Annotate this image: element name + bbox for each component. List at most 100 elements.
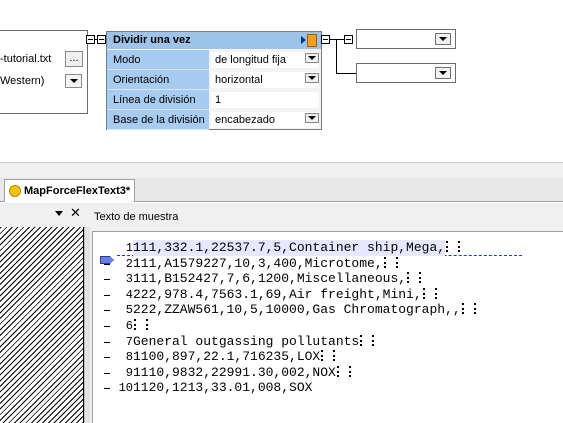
document-tabstrip: MapForceFlexText3* [0,178,563,202]
end-of-line-icon [134,318,148,330]
end-of-line-icon [407,272,422,284]
line-text: 222,ZZAW561,10,5,10000,Gas Chromatograph… [133,302,461,318]
tab-mapforceflextext3[interactable]: MapForceFlexText3* [4,179,135,202]
property-value[interactable]: encabezado [211,112,319,128]
text-line: 101120,1213,33.01,008,SOX [117,380,476,396]
text-line: 3111,B152427,7,6,1200,Miscellaneous, [117,271,476,287]
output-port[interactable] [321,35,330,44]
line-number: 10 [118,381,133,396]
property-value[interactable]: horizontal [211,72,319,88]
property-row[interactable]: Orientación horizontal [107,70,321,90]
property-value[interactable]: 1 [211,92,319,108]
line-number: 1 [125,241,133,255]
gutter-tick [104,326,110,327]
line-number: 8 [125,350,133,365]
chevron-down-icon [308,76,316,80]
canvas-bottom-border [0,162,563,178]
line-text: General outgassing pollutants [133,333,360,349]
close-icon[interactable]: ✕ [70,206,81,220]
mapping-canvas[interactable]: -tutorial.txt ... Western) Dividir una v… [0,0,563,162]
input-port[interactable] [344,35,353,44]
property-row[interactable]: Línea de división 1 [107,90,321,110]
chevron-down-icon [439,71,447,75]
tab-label: MapForceFlexText3* [24,185,131,197]
property-label: Orientación [107,70,209,90]
component-options-icon[interactable] [307,34,317,47]
text-line: 91110,9832,22991.30,002,NOX [117,365,476,381]
gutter-tick [104,310,110,312]
editor-gutter[interactable] [93,232,117,423]
end-of-line-icon [461,303,476,315]
property-value[interactable]: de longitud fija [211,52,319,68]
text-line: 6 [117,318,476,334]
sample-text-editor[interactable]: 1111,332.1,22537.7,5,Container ship,Mega… [92,231,563,423]
line-text: 111,A1579227,10,3,400,Microtome, [133,255,383,271]
line-text: 111,B152427,7,6,1200,Miscellaneous, [133,271,407,287]
end-of-line-icon [336,365,351,377]
property-row[interactable]: Base de la división encabezado [107,110,321,130]
dropdown-button[interactable] [435,33,451,45]
property-label: Base de la división [107,110,209,130]
target-dropdown-1[interactable] [356,29,456,49]
gutter-tick [104,263,110,265]
gutter-tick [104,388,110,390]
pane-splitter[interactable] [84,227,90,423]
chevron-down-icon [308,56,316,60]
dropdown-button[interactable] [435,67,451,79]
line-number: 6 [125,318,133,333]
end-of-line-icon [321,350,336,362]
text-line: 1111,332.1,22537.7,5,Container ship,Mega… [117,240,476,256]
property-row[interactable]: Modo de longitud fija [107,50,321,70]
pane-menu-icon[interactable] [55,211,63,216]
property-dropdown[interactable] [305,73,319,83]
line-number: 5 [125,303,133,318]
line-text: 1110,9832,22991.30,002,NOX [133,364,336,380]
connection-line [330,39,344,40]
line-text: 1120,1213,33.01,008,SOX [133,380,313,396]
mapping-file-icon [9,185,21,197]
side-pane-hatched-area [0,227,84,423]
component-title-bar[interactable]: Dividir una vez [107,32,321,49]
line-text: 1100,897,22.1,716235,LOX [133,349,321,365]
component-title: Dividir una vez [113,34,191,46]
end-of-line-icon [360,334,375,346]
line-number: 3 [125,272,133,287]
line-text: 111,332.1,22537.7,5,Container ship,Mega, [133,240,446,256]
sample-text-title: Texto de muestra [94,211,179,223]
connection-line [336,39,337,73]
line-number: 4 [125,287,133,302]
play-icon [301,36,306,44]
target-dropdown-2[interactable] [356,63,456,83]
output-port[interactable] [86,35,95,44]
side-pane-header: ✕ [0,206,88,225]
end-of-line-icon [383,256,398,268]
property-dropdown[interactable] [305,53,319,63]
end-of-line-icon [422,287,437,299]
source-file-name: -tutorial.txt [0,53,52,65]
encoding-value: Western) [0,75,45,87]
source-component[interactable]: -tutorial.txt ... Western) [0,30,88,114]
text-line: 4222,978.4,7563.1,69,Air freight,Mini, [117,287,476,303]
line-number: 7 [125,334,133,349]
gutter-tick [104,294,110,296]
text-line: 81100,897,22.1,716235,LOX [117,349,476,365]
chevron-down-icon [69,79,78,83]
property-dropdown[interactable] [305,113,319,123]
sample-text-panel: ✕ Texto de muestra 1111,332.1,22537.7,5,… [0,203,563,423]
line-number: 2 [125,256,133,271]
property-label: Modo [107,50,209,70]
browse-file-button[interactable]: ... [65,51,83,67]
encoding-dropdown[interactable] [65,74,82,88]
line-text: 222,978.4,7563.1,69,Air freight,Mini, [133,286,422,302]
end-of-line-icon [446,241,461,252]
text-line: 2111,A1579227,10,3,400,Microtome, [117,256,476,272]
chevron-down-icon [308,116,316,120]
chevron-down-icon [439,37,447,41]
input-port[interactable] [97,35,106,44]
connection-line [336,73,356,74]
gutter-tick [104,279,110,281]
split-once-component[interactable]: Dividir una vez Modo de longitud fija Orie… [106,31,322,130]
line-number: 9 [125,365,133,380]
gutter-tick [104,357,110,359]
property-label: Línea de división [107,90,209,110]
